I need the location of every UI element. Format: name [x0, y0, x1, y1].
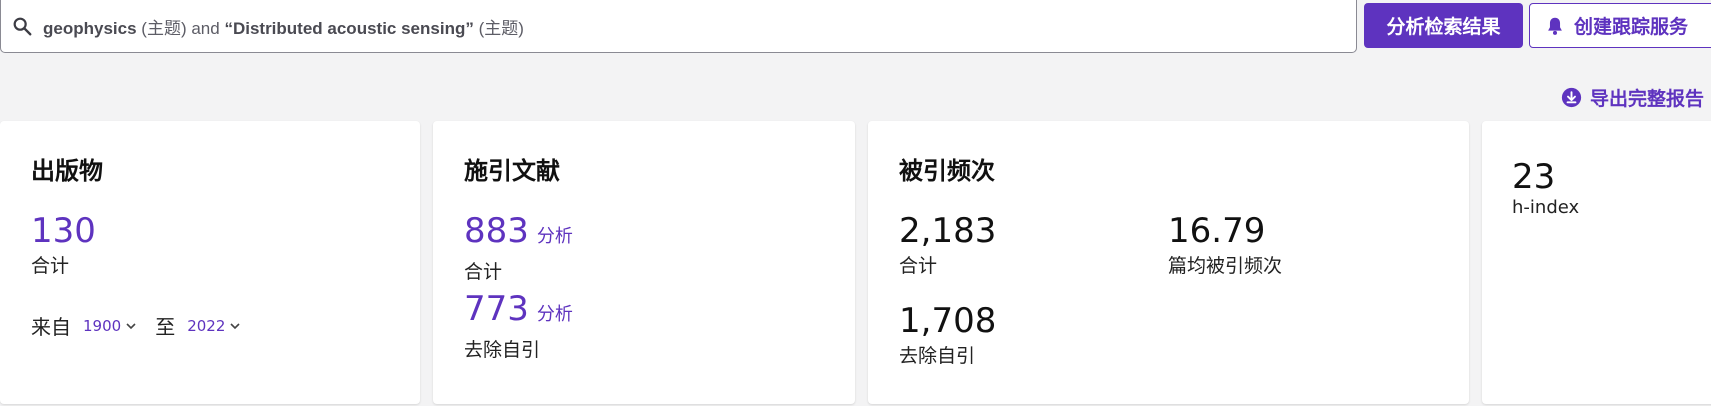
h-index-caption: h-index: [1512, 197, 1580, 218]
citing-excl-value[interactable]: 773: [464, 289, 529, 329]
times-cited-average-value: 16.79: [1168, 211, 1266, 251]
publications-card: 出版物 130 合计 来自 1900 至 2022: [0, 121, 420, 404]
bell-icon: [1548, 17, 1562, 35]
times-cited-card: 被引频次 2,183 合计 16.79 篇均被引频次 1,708 去除自引: [868, 121, 1469, 404]
query-term-1: geophysics: [43, 18, 137, 38]
query-term-2: “Distributed acoustic sensing”: [224, 18, 474, 38]
h-index-card: 23 h-index: [1482, 121, 1711, 404]
chevron-down-icon: [126, 322, 136, 329]
publications-total-value[interactable]: 130: [31, 211, 96, 251]
create-alert-label: 创建跟踪服务: [1574, 16, 1689, 38]
publications-total: 130 合计: [31, 211, 96, 278]
times-cited-total-caption: 合计: [899, 255, 938, 277]
to-label: 至: [155, 315, 176, 339]
publications-title: 出版物: [31, 157, 103, 185]
times-cited-average-caption: 篇均被引频次: [1168, 255, 1283, 277]
times-cited-total-value: 2,183: [899, 211, 997, 251]
to-year-value: 2022: [187, 316, 226, 335]
publications-total-caption: 合计: [31, 255, 70, 277]
times-cited-average: 16.79 篇均被引频次: [1168, 211, 1282, 278]
chevron-down-icon: [230, 322, 240, 329]
h-index-metric: 23 h-index: [1512, 157, 1579, 218]
citing-total-value[interactable]: 883: [464, 211, 529, 251]
times-cited-total: 2,183 合计: [899, 211, 996, 278]
query-connector: and: [191, 18, 220, 38]
search-query-box[interactable]: geophysics (主题) and “Distributed acousti…: [0, 0, 1357, 53]
query-field-1: (主题): [141, 18, 187, 38]
citing-articles-card: 施引文献 883 分析 合计 773 分析 去除自引: [433, 121, 855, 404]
times-cited-title: 被引频次: [899, 157, 995, 185]
export-report-link[interactable]: 导出完整报告: [1561, 84, 1704, 111]
citing-total-row: 883 分析: [464, 211, 573, 257]
year-range: 来自 1900 至 2022: [31, 311, 259, 340]
citing-total: 883 分析 合计: [464, 211, 573, 284]
citing-total-caption: 合计: [464, 261, 503, 283]
citing-excl-row: 773 分析: [464, 289, 573, 335]
citing-excl-caption: 去除自引: [464, 339, 541, 361]
download-icon: [1561, 87, 1582, 108]
search-query-text: geophysics (主题) and “Distributed acousti…: [43, 14, 524, 39]
citing-articles-title: 施引文献: [464, 157, 560, 185]
from-label: 来自: [31, 315, 71, 339]
analyze-results-label: 分析检索结果: [1386, 16, 1501, 38]
analyze-results-button[interactable]: 分析检索结果: [1364, 3, 1523, 48]
citing-total-analyze-link[interactable]: 分析: [537, 226, 573, 247]
citing-excl-self: 773 分析 去除自引: [464, 289, 573, 362]
query-field-2: (主题): [478, 18, 524, 38]
citing-excl-analyze-link[interactable]: 分析: [537, 304, 573, 325]
times-cited-excl-value: 1,708: [899, 301, 997, 341]
export-report-label: 导出完整报告: [1589, 88, 1704, 110]
h-index-value: 23: [1512, 157, 1556, 197]
times-cited-excl-self: 1,708 去除自引: [899, 301, 996, 368]
times-cited-excl-caption: 去除自引: [899, 345, 976, 367]
to-year-select[interactable]: 2022: [187, 317, 241, 335]
from-year-select[interactable]: 1900: [83, 317, 137, 335]
create-alert-button[interactable]: 创建跟踪服务: [1529, 3, 1711, 48]
from-year-value: 1900: [83, 316, 122, 335]
search-icon: [13, 17, 32, 36]
